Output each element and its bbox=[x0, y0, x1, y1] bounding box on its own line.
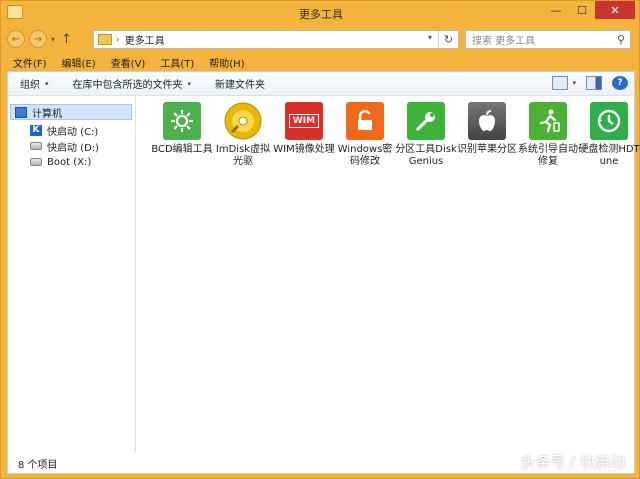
chevron-right-icon[interactable]: › bbox=[116, 35, 120, 45]
menu-file[interactable]: 文件(F) bbox=[13, 55, 47, 70]
file-name: BCD编辑工具 bbox=[151, 144, 213, 155]
organize-label: 组织 bbox=[20, 80, 40, 91]
search-placeholder: 搜索 更多工具 bbox=[472, 36, 536, 47]
new-folder-label: 新建文件夹 bbox=[215, 80, 266, 91]
clock-icon bbox=[590, 102, 628, 140]
file-name: WIM镜像处理 bbox=[273, 144, 335, 155]
maximize-button[interactable]: ☐ bbox=[569, 1, 595, 19]
close-button[interactable]: ✕ bbox=[595, 1, 635, 19]
explorer-body: 组织 ▾ 在库中包含所选的文件夹 ▾ 新建文件夹 ▾ ? 计算机 K 快启动 (… bbox=[7, 71, 640, 474]
window-controls: — ☐ ✕ bbox=[543, 1, 635, 19]
include-in-library-button[interactable]: 在库中包含所选的文件夹 ▾ bbox=[72, 76, 192, 92]
navigation-pane: 计算机 K 快启动 (C:) 快启动 (D:) Boot (X:) bbox=[8, 96, 136, 452]
folder-icon bbox=[98, 34, 112, 45]
item-count: 8 个项目 bbox=[18, 460, 58, 471]
sidebar-item-label: 快启动 (D:) bbox=[47, 142, 100, 154]
navigation-bar: ← → ▾ ↑ › 更多工具 ▾ ↻ 搜索 更多工具 ⚲ bbox=[7, 27, 635, 51]
chevron-down-icon[interactable]: ▾ bbox=[428, 33, 432, 42]
k-drive-icon: K bbox=[30, 124, 42, 136]
title-bar[interactable]: 更多工具 — ☐ ✕ bbox=[1, 1, 640, 25]
drive-icon bbox=[30, 142, 42, 150]
sidebar-item-label: Boot (X:) bbox=[47, 156, 92, 168]
file-item-diskgenius[interactable]: 分区工具DiskGenius bbox=[395, 102, 457, 168]
include-in-library-label: 在库中包含所选的文件夹 bbox=[72, 80, 183, 91]
drive-icon bbox=[30, 158, 42, 166]
chevron-down-icon: ▾ bbox=[45, 79, 49, 88]
sidebar-item-drive-c[interactable]: K 快启动 (C:) bbox=[30, 123, 99, 138]
menu-help[interactable]: 帮助(H) bbox=[209, 55, 244, 70]
chevron-down-icon: ▾ bbox=[187, 79, 192, 88]
file-name: 分区工具DiskGenius bbox=[395, 144, 457, 167]
gear-icon bbox=[163, 102, 201, 140]
file-name: ImDisk虚拟光驱 bbox=[215, 144, 271, 167]
menu-bar: 文件(F) 编辑(E) 查看(V) 工具(T) 帮助(H) bbox=[1, 53, 640, 71]
minimize-button[interactable]: — bbox=[543, 1, 569, 19]
file-item-imdisk[interactable]: ImDisk虚拟光驱 bbox=[213, 102, 273, 168]
file-name: Windows密码修改 bbox=[337, 144, 393, 167]
view-controls: ▾ ? bbox=[542, 76, 628, 90]
file-item-apple-partition[interactable]: 识别苹果分区 bbox=[457, 102, 517, 156]
computer-icon bbox=[15, 106, 27, 118]
sidebar-item-drive-d[interactable]: 快启动 (D:) bbox=[30, 139, 100, 154]
explorer-window: 更多工具 — ☐ ✕ ← → ▾ ↑ › 更多工具 ▾ ↻ 搜索 更多工具 ⚲ … bbox=[0, 0, 640, 479]
unlock-icon bbox=[346, 102, 384, 140]
up-button[interactable]: ↑ bbox=[61, 32, 72, 47]
file-item-wim[interactable]: WIM WIM镜像处理 bbox=[273, 102, 335, 156]
menu-edit[interactable]: 编辑(E) bbox=[62, 55, 96, 70]
wim-icon: WIM bbox=[285, 102, 323, 140]
file-item-bcd[interactable]: BCD编辑工具 bbox=[151, 102, 213, 156]
file-item-windows-password[interactable]: Windows密码修改 bbox=[335, 102, 395, 168]
wrench-icon bbox=[407, 102, 445, 140]
search-input[interactable]: 搜索 更多工具 ⚲ bbox=[465, 30, 631, 49]
recent-locations-dropdown[interactable]: ▾ bbox=[51, 35, 55, 44]
cd-icon bbox=[224, 102, 262, 140]
file-item-hdtune[interactable]: 硬盘检测HDTune bbox=[578, 102, 640, 168]
search-icon[interactable]: ⚲ bbox=[617, 33, 625, 46]
refresh-button[interactable]: ↻ bbox=[438, 31, 458, 48]
file-name: 识别苹果分区 bbox=[457, 144, 517, 155]
address-bar[interactable]: › 更多工具 ▾ ↻ bbox=[93, 30, 459, 49]
apple-icon bbox=[468, 102, 506, 140]
preview-pane-icon[interactable] bbox=[586, 76, 602, 90]
new-folder-button[interactable]: 新建文件夹 bbox=[215, 76, 265, 91]
file-item-boot-repair[interactable]: 系统引导自动修复 bbox=[518, 102, 578, 168]
back-button[interactable]: ← bbox=[7, 30, 25, 48]
menu-tools[interactable]: 工具(T) bbox=[160, 55, 194, 70]
forward-button[interactable]: → bbox=[29, 30, 47, 48]
sidebar-item-label: 快启动 (C:) bbox=[47, 126, 99, 138]
file-name: 硬盘检测HDTune bbox=[578, 144, 640, 167]
help-icon[interactable]: ? bbox=[612, 76, 628, 90]
address-path[interactable]: 更多工具 bbox=[125, 32, 165, 47]
watermark-text: 头条号 / 快启动 bbox=[520, 453, 625, 471]
organize-button[interactable]: 组织 ▾ bbox=[20, 76, 49, 92]
wim-badge: WIM bbox=[288, 114, 320, 128]
menu-view[interactable]: 查看(V) bbox=[111, 55, 146, 70]
sidebar-item-computer[interactable]: 计算机 bbox=[10, 104, 132, 120]
sidebar-item-drive-x[interactable]: Boot (X:) bbox=[30, 155, 91, 169]
view-options-icon[interactable] bbox=[552, 76, 569, 90]
file-list: BCD编辑工具 ImDisk虚拟光驱 WIM WIM镜像处理 Windows密码… bbox=[140, 96, 640, 452]
runner-icon bbox=[529, 102, 567, 140]
file-name: 系统引导自动修复 bbox=[518, 144, 578, 167]
chevron-down-icon[interactable]: ▾ bbox=[572, 79, 576, 87]
sidebar-item-label: 计算机 bbox=[32, 108, 62, 120]
command-bar: 组织 ▾ 在库中包含所选的文件夹 ▾ 新建文件夹 ▾ ? bbox=[8, 72, 634, 96]
